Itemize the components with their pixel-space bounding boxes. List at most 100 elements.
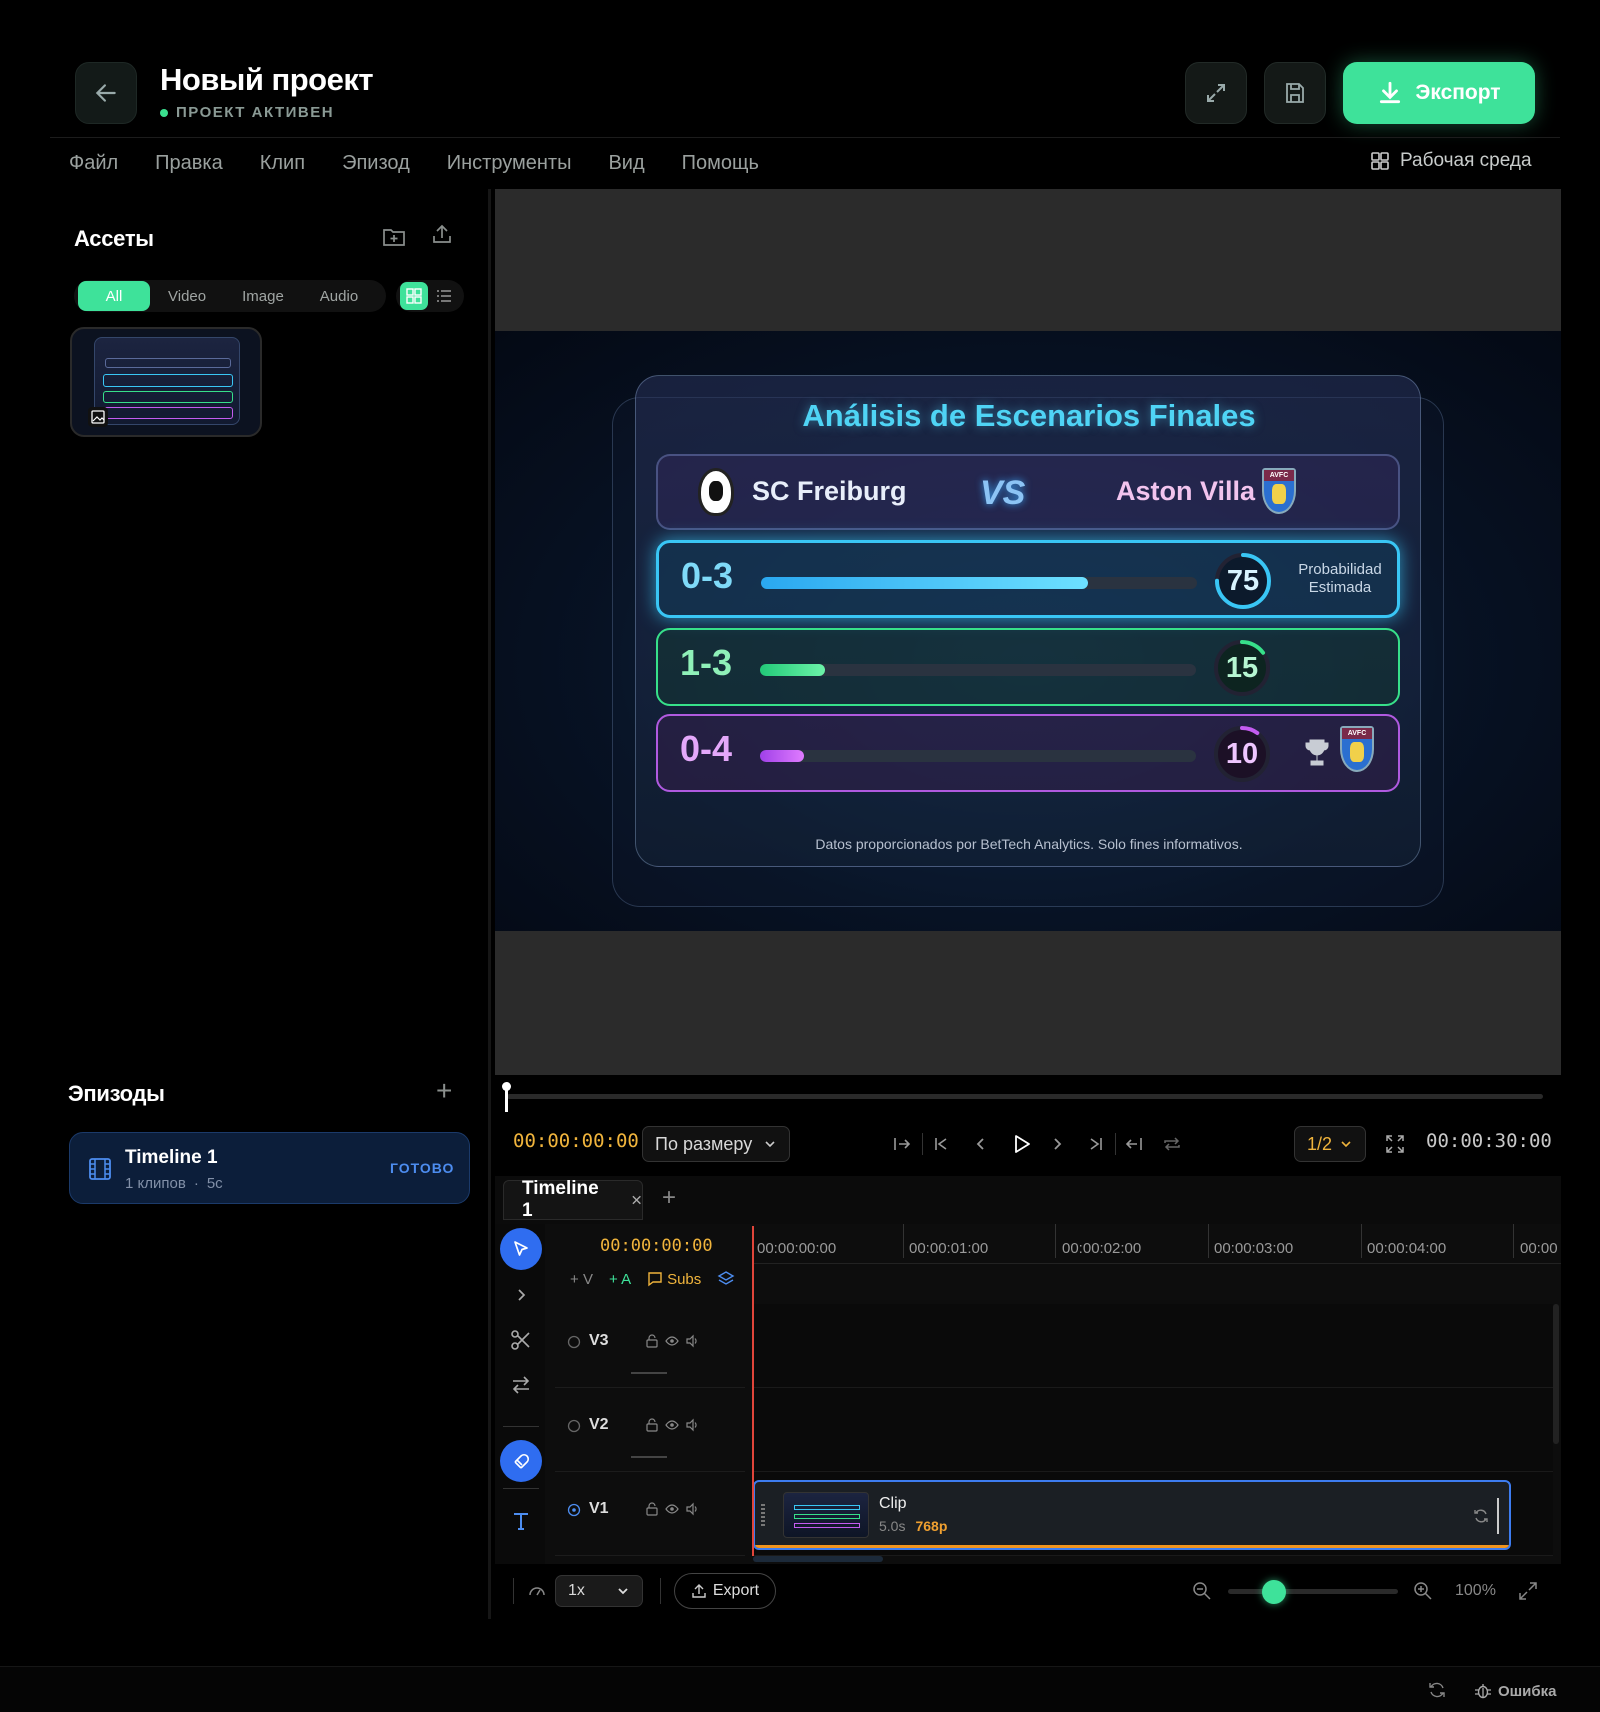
error-label: Ошибка: [1498, 1682, 1557, 1700]
upload-button[interactable]: [430, 222, 454, 246]
track-resize-handle[interactable]: [631, 1372, 667, 1374]
expand-tools-button[interactable]: [500, 1274, 542, 1316]
speed-select[interactable]: 1x: [555, 1575, 643, 1607]
project-status: ПРОЕКТ АКТИВЕН: [160, 104, 334, 121]
fit-select[interactable]: По размеру: [642, 1126, 790, 1162]
add-video-track-button[interactable]: + V: [570, 1271, 593, 1288]
swap-arrows-icon: [512, 1376, 530, 1394]
eye-icon[interactable]: [665, 1334, 679, 1348]
add-episode-button[interactable]: +: [436, 1077, 452, 1105]
track-target-icon[interactable]: [567, 1335, 581, 1349]
loop-icon[interactable]: [1162, 1135, 1182, 1153]
vertical-scrollbar[interactable]: [1553, 1304, 1559, 1444]
select-tool[interactable]: [500, 1228, 542, 1270]
project-status-text: ПРОЕКТ АКТИВЕН: [176, 104, 335, 121]
scrub-handle[interactable]: [502, 1082, 511, 1091]
clip-name: Clip: [879, 1495, 907, 1512]
filter-image[interactable]: Image: [224, 281, 302, 311]
fullscreen-button[interactable]: [1185, 62, 1247, 124]
fullscreen-preview-icon[interactable]: [1385, 1134, 1405, 1154]
track-target-icon[interactable]: [567, 1419, 581, 1433]
subs-button[interactable]: Subs: [647, 1271, 701, 1288]
refresh-icon[interactable]: [1473, 1508, 1489, 1524]
back-button[interactable]: [75, 62, 137, 124]
magnet-snap-toggle[interactable]: [500, 1440, 542, 1482]
speaker-icon[interactable]: [685, 1502, 699, 1516]
add-timeline-button[interactable]: +: [662, 1184, 676, 1212]
timeline-playhead[interactable]: [752, 1226, 754, 1556]
filter-video[interactable]: Video: [150, 281, 224, 311]
play-icon[interactable]: [1010, 1133, 1032, 1155]
lock-icon[interactable]: [645, 1418, 659, 1432]
menu-tools[interactable]: Инструменты: [447, 152, 572, 175]
razor-tool[interactable]: [500, 1319, 542, 1361]
filter-audio[interactable]: Audio: [302, 281, 376, 311]
upload-icon: [692, 1584, 706, 1598]
add-video-label: V: [582, 1270, 593, 1288]
workspace-button[interactable]: Рабочая среда: [1370, 150, 1532, 172]
chevron-down-icon: [618, 1588, 628, 1595]
new-folder-button[interactable]: [382, 226, 406, 248]
mark-out-icon[interactable]: [1125, 1135, 1143, 1153]
track-lane-v3[interactable]: [753, 1304, 1553, 1388]
eye-icon[interactable]: [665, 1418, 679, 1432]
chevron-down-icon: [765, 1141, 775, 1148]
eye-icon[interactable]: [665, 1502, 679, 1516]
speaker-icon[interactable]: [685, 1334, 699, 1348]
menu-view[interactable]: Вид: [608, 152, 644, 175]
episode-item[interactable]: Timeline 1 1 клипов · 5с ГОТОВО: [69, 1132, 470, 1204]
zoom-in-icon[interactable]: [1413, 1581, 1433, 1601]
list-view-button[interactable]: [436, 288, 452, 304]
lock-icon[interactable]: [645, 1502, 659, 1516]
track-target-icon[interactable]: [567, 1503, 581, 1517]
step-forward-icon[interactable]: [1048, 1135, 1066, 1153]
clip-drag-handle[interactable]: [761, 1504, 765, 1526]
scissors-icon: [511, 1330, 530, 1350]
asset-thumbnail[interactable]: [70, 327, 262, 437]
mark-in-icon[interactable]: [893, 1135, 911, 1153]
zoom-slider[interactable]: [1228, 1580, 1398, 1604]
menu-file[interactable]: Файл: [69, 152, 118, 175]
timeline-clip[interactable]: Clip 5.0s 768p: [753, 1480, 1511, 1550]
fit-timeline-icon[interactable]: [1518, 1581, 1538, 1601]
menu-edit[interactable]: Правка: [155, 152, 223, 175]
ruler-tick: [1361, 1224, 1362, 1258]
zoom-slider-thumb[interactable]: [1261, 1580, 1286, 1604]
export-small-button[interactable]: Export: [674, 1573, 776, 1609]
menu-help[interactable]: Помощь: [682, 152, 759, 175]
text-tool[interactable]: [500, 1500, 542, 1542]
probability-value: 10: [1225, 737, 1259, 770]
track-lane-v2[interactable]: [753, 1388, 1553, 1472]
layers-icon[interactable]: [717, 1270, 735, 1288]
menu-episode[interactable]: Эпизод: [342, 152, 410, 175]
time-ruler[interactable]: 00:00:00:00 00:00:01:00 00:00:02:00 00:0…: [753, 1224, 1561, 1264]
close-icon[interactable]: [631, 1194, 642, 1206]
clip-trim-handle[interactable]: [1497, 1498, 1499, 1534]
episode-duration: 5с: [206, 1175, 223, 1192]
slip-tool[interactable]: [500, 1364, 542, 1406]
tab-timeline-1[interactable]: Timeline 1: [503, 1178, 643, 1221]
speaker-icon[interactable]: [685, 1418, 699, 1432]
grid-view-button[interactable]: [400, 282, 428, 310]
horizontal-scrollbar[interactable]: [753, 1556, 883, 1562]
panel-divider[interactable]: [488, 189, 491, 1619]
lock-icon[interactable]: [645, 1334, 659, 1348]
menu-clip[interactable]: Клип: [260, 152, 305, 175]
go-to-end-icon[interactable]: [1087, 1135, 1105, 1153]
track-controls: [645, 1334, 699, 1348]
export-button[interactable]: Экспорт: [1343, 62, 1535, 124]
track-resize-handle[interactable]: [631, 1456, 667, 1458]
filter-all[interactable]: All: [78, 281, 150, 311]
error-button[interactable]: Ошибка: [1474, 1677, 1590, 1705]
sync-icon[interactable]: [1428, 1681, 1446, 1699]
quality-select[interactable]: 1/2: [1294, 1126, 1366, 1162]
step-back-icon[interactable]: [972, 1135, 990, 1153]
scrubber[interactable]: [495, 1075, 1561, 1123]
freiburg-crest-icon: [698, 468, 734, 516]
save-button[interactable]: [1264, 62, 1326, 124]
grid-icon: [1371, 152, 1389, 170]
fit-label: По размеру: [655, 1133, 753, 1154]
add-audio-track-button[interactable]: + A: [609, 1271, 631, 1288]
go-to-start-icon[interactable]: [932, 1135, 950, 1153]
zoom-out-icon[interactable]: [1192, 1581, 1212, 1601]
